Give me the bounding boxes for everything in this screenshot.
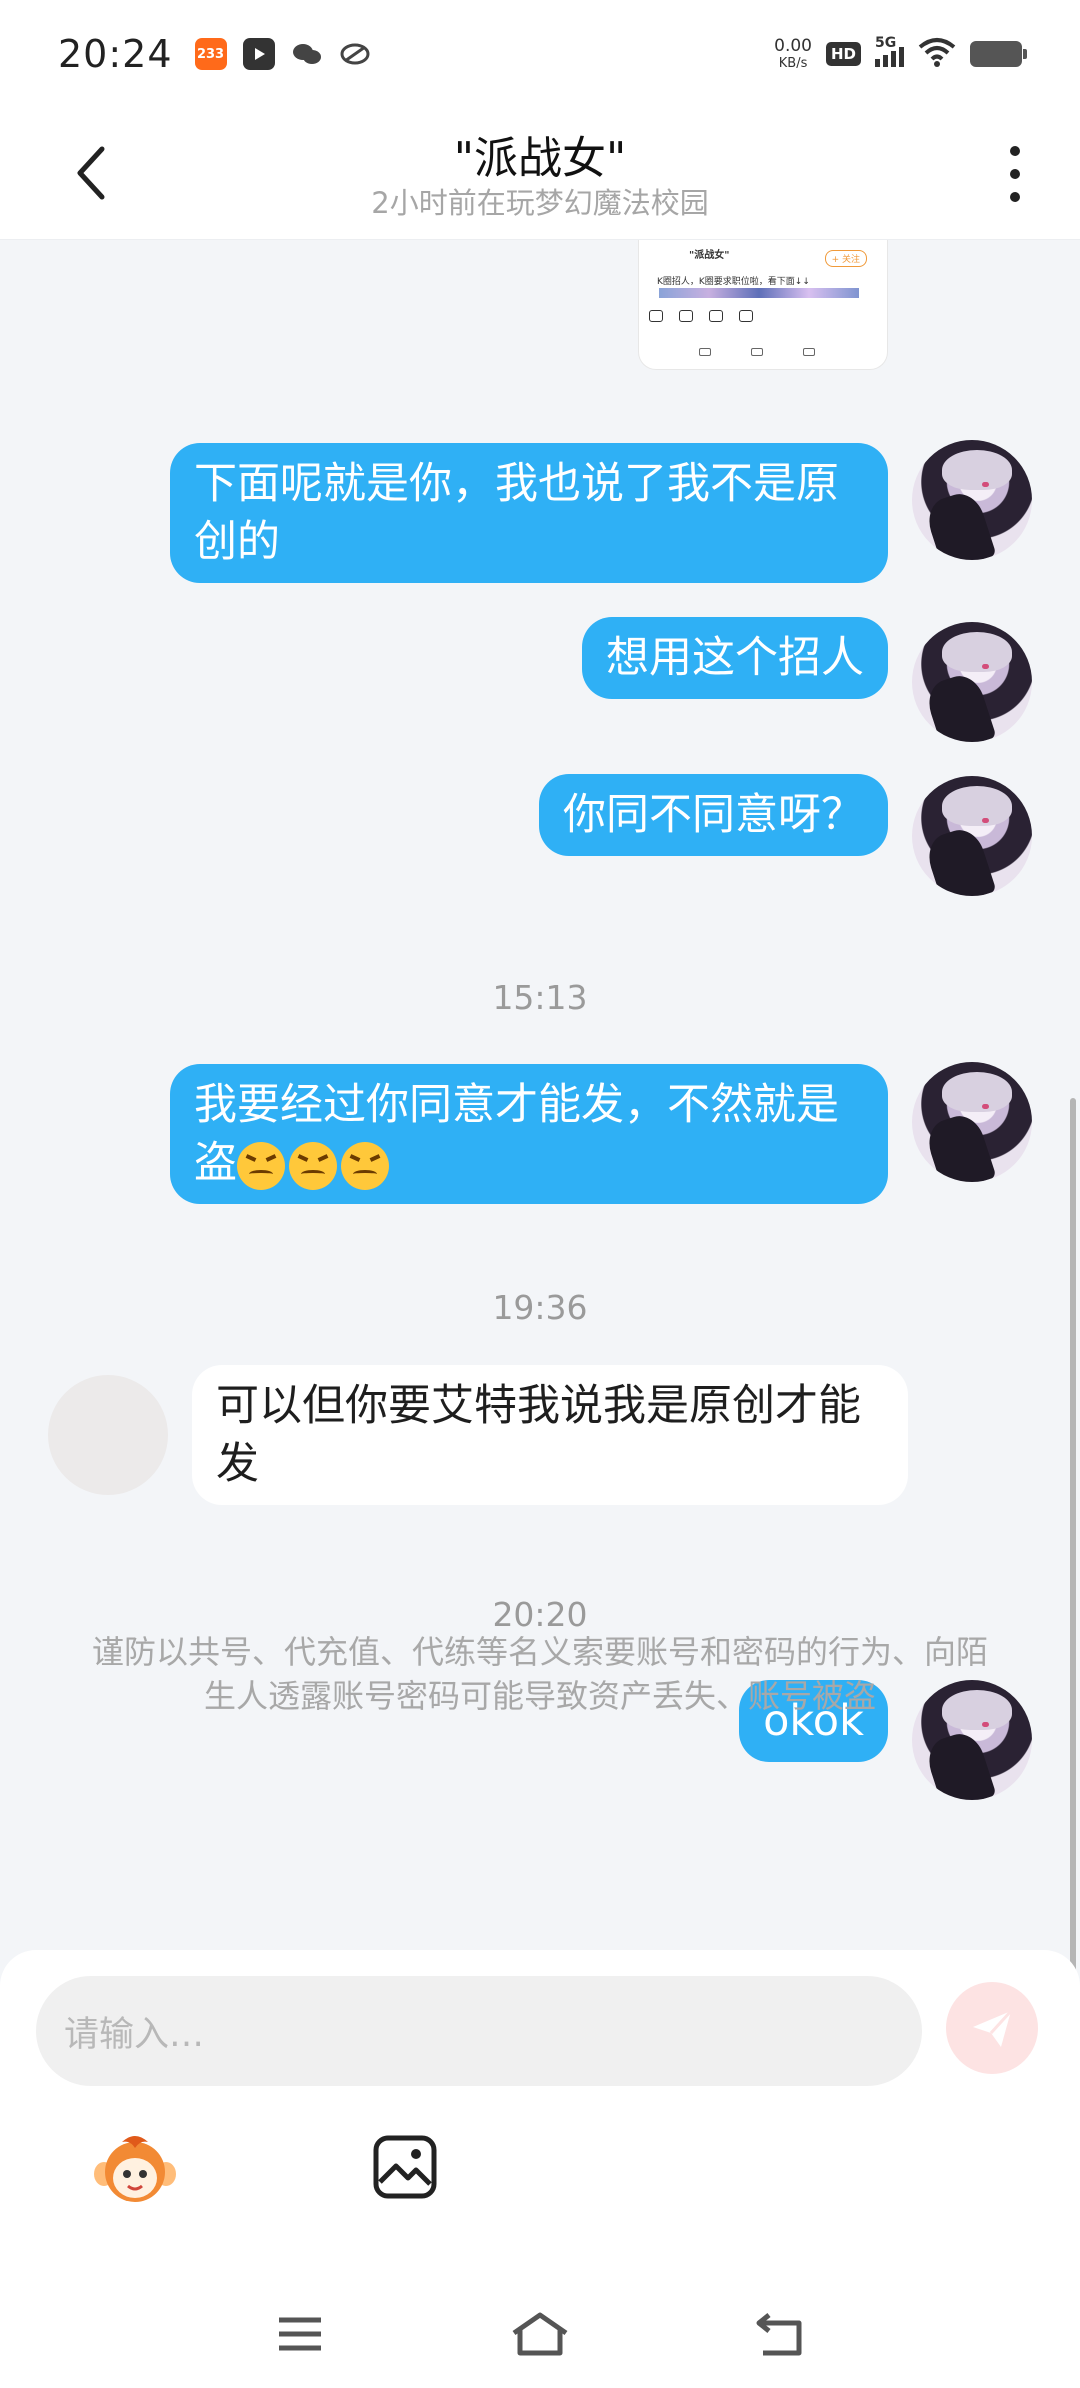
status-time: 20:24	[58, 32, 173, 76]
chat-header: "派战女" 2小时前在玩梦幻魔法校园	[0, 108, 1080, 240]
send-button[interactable]	[946, 1982, 1038, 2074]
app-233-icon: 233	[194, 38, 227, 70]
wechat-icon	[291, 38, 323, 70]
my-message-bubble[interactable]: 你同不同意呀？	[539, 774, 888, 856]
my-avatar[interactable]	[912, 440, 1032, 560]
signal-icon: 5G	[875, 35, 904, 67]
confounded-face-icon	[341, 1141, 389, 1190]
their-message-bubble[interactable]: 可以但你要艾特我说我是原创才能发	[192, 1365, 908, 1505]
safety-notice: 谨防以共号、代充值、代练等名义索要账号和密码的行为、向陌生人透露账号密码可能导致…	[91, 1633, 988, 1715]
timestamp: 15:13	[492, 978, 588, 1017]
shared-image-name: "派战女"	[689, 250, 730, 261]
status-notification-icons: 233	[194, 38, 371, 70]
system-navigation-bar	[0, 2280, 1080, 2388]
my-message-bubble[interactable]: 我要经过你同意才能发，不然就是盗	[170, 1064, 888, 1204]
menu-lines-icon	[279, 2317, 321, 2351]
network-speed: 0.00 KB/s	[774, 36, 812, 71]
back-nav-button[interactable]	[750, 2304, 810, 2364]
confounded-face-icon	[289, 1141, 337, 1190]
status-bar: 20:24 233 0.00 KB/s HD 5G	[0, 0, 1080, 108]
more-options-button[interactable]	[1000, 142, 1030, 206]
home-icon	[512, 2312, 568, 2356]
timestamp: 19:36	[492, 1288, 588, 1327]
link-app-icon	[339, 38, 371, 70]
hd-icon: HD	[825, 42, 861, 66]
contact-avatar[interactable]	[48, 1375, 168, 1495]
home-button[interactable]	[510, 2304, 570, 2364]
my-message-bubble[interactable]: 下面呢就是你，我也说了我不是原创的	[170, 443, 888, 583]
shared-image-navbar	[699, 348, 815, 356]
shared-image-follow-label: + 关注	[824, 250, 867, 267]
network-type-label: 5G	[875, 35, 897, 51]
play-app-icon	[242, 38, 275, 70]
network-speed-value: 0.00	[774, 36, 812, 56]
confounded-face-icon	[237, 1141, 285, 1190]
my-message-bubble[interactable]: 想用这个招人	[582, 617, 888, 699]
image-gallery-icon	[373, 2135, 437, 2199]
status-system-icons: 0.00 KB/s HD 5G	[774, 35, 1027, 71]
shared-image-toolbar	[649, 310, 877, 322]
recents-button[interactable]	[270, 2304, 330, 2364]
contact-name: "派战女"	[453, 133, 627, 184]
my-avatar[interactable]	[912, 776, 1032, 896]
shared-image-thumbnails	[659, 288, 859, 298]
monkey-mascot-icon	[94, 2136, 176, 2202]
chat-screen: 20:24 233 0.00 KB/s HD 5G "派战女" 2小时前在玩梦幻…	[0, 0, 1080, 2388]
battery-icon	[970, 41, 1027, 67]
paper-plane-icon	[973, 2009, 1013, 2047]
return-icon	[756, 2313, 802, 2356]
timestamp: 20:20	[492, 1595, 588, 1634]
my-avatar[interactable]	[912, 622, 1032, 742]
network-speed-unit: KB/s	[778, 56, 808, 71]
wifi-icon	[918, 37, 956, 71]
contact-status: 2小时前在玩梦幻魔法校园	[371, 186, 709, 220]
message-input[interactable]: 请输入…	[36, 1976, 922, 2086]
my-avatar[interactable]	[912, 1062, 1032, 1182]
emoji-sticker-button[interactable]	[92, 2134, 178, 2204]
scrollbar[interactable]	[1070, 1098, 1076, 2018]
shared-image-caption: K圈招人，K圈要求职位啦，看下面↓↓	[657, 277, 810, 287]
gallery-button[interactable]	[372, 2134, 438, 2200]
shared-image-message[interactable]: "派战女" + 关注 K圈招人，K圈要求职位啦，看下面↓↓	[638, 240, 888, 370]
